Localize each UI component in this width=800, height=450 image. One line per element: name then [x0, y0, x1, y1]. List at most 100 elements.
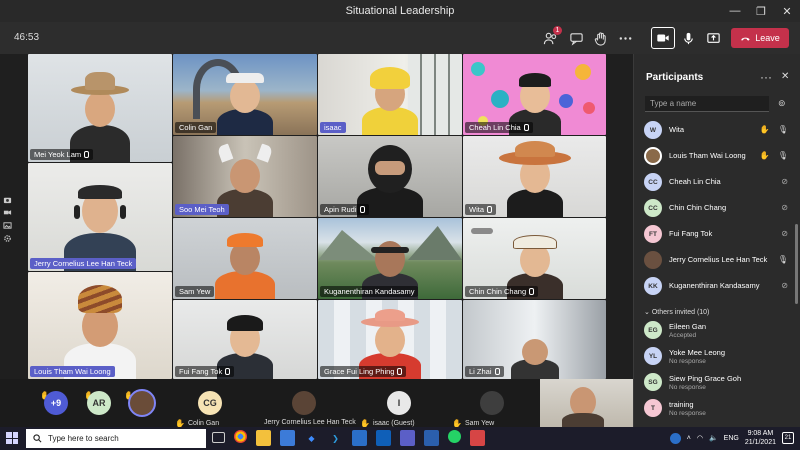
settings-gear-icon[interactable]: [2, 233, 13, 243]
mic-icon: 🎙: [777, 151, 788, 160]
notifications-icon[interactable]: 21: [782, 432, 794, 444]
avatar: SG: [644, 373, 662, 391]
maximize-icon[interactable]: ❐: [748, 0, 774, 22]
video-tile[interactable]: Li Zhai: [463, 300, 606, 379]
avatar: W: [644, 121, 662, 139]
panel-close-icon[interactable]: ✕: [781, 71, 789, 82]
chat-icon[interactable]: [566, 28, 586, 48]
participant-nametag: Grace Fui Ling Phing: [320, 366, 407, 377]
video-tile[interactable]: Soo Mei Teoh: [173, 136, 317, 217]
participant-row[interactable]: Jerry Cornelius Lee Han Teck 🎙: [634, 248, 794, 274]
video-tile[interactable]: Sam Yew: [173, 218, 317, 299]
participant-row[interactable]: KK Kuganenthiran Kandasamy ⊘: [634, 274, 794, 300]
avatar: KK: [644, 277, 662, 295]
participant-nametag: Sam Yew: [175, 286, 215, 297]
video-tile[interactable]: Cheah Lin Chia: [463, 54, 606, 135]
participant-row[interactable]: W Wita ✋ 🎙: [634, 118, 794, 144]
video-tile[interactable]: Kuganenthiran Kandasamy: [318, 218, 462, 299]
raise-hand-icon[interactable]: [590, 28, 610, 48]
avatar: YL: [644, 347, 662, 365]
language-indicator[interactable]: ENG: [724, 435, 739, 442]
task-view-icon[interactable]: [212, 432, 225, 443]
video-tile[interactable]: Apin Rudi: [318, 136, 462, 217]
video-icon[interactable]: [2, 207, 13, 217]
participants-icon[interactable]: 1: [540, 26, 562, 48]
participant-nametag: Colin Gan: [175, 122, 217, 133]
participant-search-input[interactable]: [645, 96, 769, 112]
vscode-icon[interactable]: ❯: [328, 430, 343, 446]
app-icon[interactable]: [470, 430, 485, 446]
camera-icon[interactable]: [2, 194, 13, 204]
chrome-icon[interactable]: [234, 430, 247, 443]
whatsapp-icon[interactable]: [448, 430, 461, 443]
panel-more-icon[interactable]: ···: [760, 70, 772, 84]
video-tile[interactable]: Chin Chin Chang: [463, 218, 606, 299]
participants-badge: 1: [553, 26, 562, 35]
panel-scrollbar[interactable]: [795, 224, 798, 304]
mic-icon: 🎙: [777, 255, 788, 264]
tray-chevron-icon[interactable]: ˄: [687, 435, 691, 442]
video-tile[interactable]: Louis Tham Wai Loong: [28, 272, 172, 379]
store-icon[interactable]: [280, 430, 295, 446]
video-tile[interactable]: Mei Yeok Lam: [28, 54, 172, 162]
share-screen-icon[interactable]: [703, 28, 723, 48]
meeting-toolbar: 46:53 1 Leave: [0, 22, 800, 54]
camera-toggle-button[interactable]: [651, 27, 675, 49]
avatar[interactable]: [292, 391, 316, 415]
close-icon[interactable]: ✕: [774, 0, 800, 22]
participant-row[interactable]: FT Fui Fang Tok ⊘: [634, 222, 794, 248]
avatar[interactable]: [480, 391, 504, 415]
participant-row[interactable]: CC Chin Chin Chang ⊘: [634, 196, 794, 222]
volume-icon[interactable]: 🔈: [709, 434, 718, 442]
avatar: CC: [644, 199, 662, 217]
gallery-icon[interactable]: [2, 220, 13, 230]
video-tile[interactable]: Wita: [463, 136, 606, 217]
taskbar-search[interactable]: Type here to search: [26, 429, 206, 448]
invited-row[interactable]: SG Siew Ping Grace Goh No response: [634, 370, 794, 396]
avatar[interactable]: [128, 389, 156, 417]
mic-icon: [225, 368, 231, 375]
clock[interactable]: 9:08 AM 21/1/2021: [745, 429, 776, 447]
file-explorer-icon[interactable]: [256, 430, 271, 446]
participant-nametag: Mei Yeok Lam: [30, 149, 94, 160]
video-tile[interactable]: Grace Fui Ling Phing: [318, 300, 462, 379]
share-invite-icon[interactable]: ⊚: [778, 98, 786, 109]
leave-button[interactable]: Leave: [731, 28, 789, 48]
mic-muted-icon: ⊘: [781, 177, 788, 186]
video-tile[interactable]: Jerry Cornelius Lee Han Teck: [28, 163, 172, 271]
more-actions-icon[interactable]: [615, 28, 635, 48]
participant-row[interactable]: CC Cheah Lin Chia ⊘: [634, 170, 794, 196]
avatar[interactable]: AR: [87, 391, 111, 415]
help-icon[interactable]: [669, 432, 681, 444]
minimize-icon[interactable]: —: [722, 0, 748, 22]
mic-icon: [523, 124, 529, 131]
avatar: CC: [644, 173, 662, 191]
windows-start-icon[interactable]: [6, 432, 18, 444]
wifi-icon[interactable]: ◠: [697, 434, 703, 442]
video-tile[interactable]: isaac: [318, 54, 462, 135]
participant-nametag: Chin Chin Chang: [465, 286, 539, 297]
outlook-icon[interactable]: [376, 430, 391, 446]
mail-icon[interactable]: [352, 430, 367, 446]
invited-row[interactable]: EG Eileen Gan Accepted: [634, 318, 794, 344]
mic-icon: [359, 206, 365, 213]
participant-nametag: Fui Fang Tok: [175, 366, 235, 377]
video-tile[interactable]: Fui Fang Tok: [173, 300, 317, 379]
avatar[interactable]: CG: [198, 391, 222, 415]
self-preview-video[interactable]: [540, 379, 633, 429]
video-tile[interactable]: Colin Gan: [173, 54, 317, 135]
more-participants-button[interactable]: +9: [44, 391, 68, 415]
others-invited-header[interactable]: ⌄ Others invited (10): [644, 308, 709, 316]
avatar[interactable]: I: [387, 391, 411, 415]
video-grid: Mei Yeok Lam Colin Gan isaac Cheah Lin C…: [28, 54, 606, 379]
invited-row[interactable]: T training No response: [634, 396, 794, 422]
dropbox-icon[interactable]: ◆: [304, 430, 319, 446]
invited-row[interactable]: YL Yoke Mee Leong No response: [634, 344, 794, 370]
microphone-icon[interactable]: [678, 28, 698, 48]
word-icon[interactable]: [424, 430, 439, 446]
avatar: EG: [644, 321, 662, 339]
participant-row[interactable]: Louis Tham Wai Loong ✋ 🎙: [634, 144, 794, 170]
avatar: FT: [644, 225, 662, 243]
teams-icon[interactable]: [400, 430, 415, 446]
mic-icon: [84, 151, 90, 158]
